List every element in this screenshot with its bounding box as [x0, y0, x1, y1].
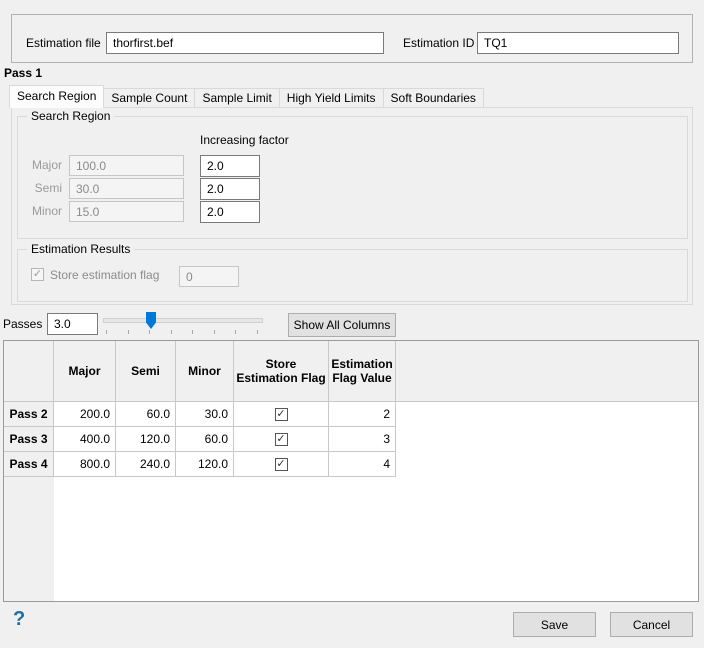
passes-slider-track[interactable] [103, 318, 263, 323]
tab-search-region[interactable]: Search Region [9, 85, 104, 108]
tab-sample-count[interactable]: Sample Count [103, 88, 195, 108]
store-flag-checkbox[interactable]: ✓ [275, 433, 288, 446]
cell-semi[interactable]: 60.0 [116, 402, 176, 427]
table-row-pass3: Pass 3 400.0 120.0 60.0 ✓ 3 [4, 427, 698, 452]
minor-value-input [69, 201, 184, 222]
col-header-filler [396, 341, 698, 401]
minor-factor-input[interactable] [200, 201, 260, 223]
row-header: Pass 4 [4, 452, 54, 477]
cell-minor[interactable]: 120.0 [176, 452, 234, 477]
table-row-pass2: Pass 2 200.0 60.0 30.0 ✓ 2 [4, 402, 698, 427]
passes-input[interactable] [47, 313, 98, 335]
cell-flag-value[interactable]: 3 [329, 427, 396, 452]
tab-sample-limit[interactable]: Sample Limit [194, 88, 279, 108]
row-header: Pass 3 [4, 427, 54, 452]
col-header-major: Major [54, 341, 116, 401]
slider-tick [149, 330, 150, 334]
semi-value-input [69, 178, 184, 199]
slider-tick [171, 330, 172, 334]
cell-flag-value[interactable]: 2 [329, 402, 396, 427]
major-factor-input[interactable] [200, 155, 260, 177]
estimation-file-label: Estimation file [26, 32, 101, 54]
major-label: Major [18, 155, 62, 176]
passes-label: Passes [3, 317, 42, 331]
search-region-tab-panel: Search Region Increasing factor Major Se… [11, 107, 693, 305]
slider-tick [128, 330, 129, 334]
slider-tick [106, 330, 107, 334]
store-estimation-flag-label: Store estimation flag [50, 268, 159, 282]
pass-title: Pass 1 [4, 66, 42, 80]
show-all-columns-button[interactable]: Show All Columns [288, 313, 396, 337]
estimation-file-input[interactable] [106, 32, 384, 54]
file-bar: Estimation file Estimation ID [11, 14, 693, 63]
cell-store-flag: ✓ [234, 402, 329, 427]
col-header-minor: Minor [176, 341, 234, 401]
col-header-estimation-flag-value: Estimation Flag Value [329, 341, 396, 401]
semi-label: Semi [18, 178, 62, 199]
cell-flag-value[interactable]: 4 [329, 452, 396, 477]
col-header-store-estimation-flag: Store Estimation Flag [234, 341, 329, 401]
semi-factor-input[interactable] [200, 178, 260, 200]
estimation-dialog: Estimation file Estimation ID Pass 1 Sea… [0, 0, 704, 648]
cancel-button[interactable]: Cancel [610, 612, 693, 637]
tab-high-yield-limits[interactable]: High Yield Limits [279, 88, 384, 108]
help-icon[interactable]: ? [13, 607, 25, 631]
semi-row: Semi [18, 178, 687, 199]
row-header: Pass 2 [4, 402, 54, 427]
cell-major[interactable]: 400.0 [54, 427, 116, 452]
estimation-results-group: Estimation Results ✓ Store estimation fl… [17, 249, 688, 302]
minor-row: Minor [18, 201, 687, 222]
estimation-flag-value-input [179, 266, 239, 287]
slider-tick [192, 330, 193, 334]
cell-minor[interactable]: 60.0 [176, 427, 234, 452]
cell-filler [396, 427, 698, 452]
cell-filler [396, 452, 698, 477]
cell-semi[interactable]: 240.0 [116, 452, 176, 477]
store-flag-checkbox[interactable]: ✓ [275, 408, 288, 421]
passes-table: Major Semi Minor Store Estimation Flag E… [3, 340, 699, 602]
major-value-input [69, 155, 184, 176]
cell-minor[interactable]: 30.0 [176, 402, 234, 427]
estimation-id-label: Estimation ID [403, 32, 474, 54]
estimation-id-input[interactable] [477, 32, 679, 54]
col-header-blank [4, 341, 54, 401]
table-header-row: Major Semi Minor Store Estimation Flag E… [4, 341, 698, 402]
save-button[interactable]: Save [513, 612, 596, 637]
minor-label: Minor [18, 201, 62, 222]
slider-tick [235, 330, 236, 334]
slider-tick [257, 330, 258, 334]
col-header-semi: Semi [116, 341, 176, 401]
tab-soft-boundaries[interactable]: Soft Boundaries [383, 88, 484, 108]
table-empty-area [4, 477, 698, 601]
slider-tick [214, 330, 215, 334]
estimation-results-legend: Estimation Results [27, 242, 134, 257]
cell-filler [396, 402, 698, 427]
cell-semi[interactable]: 120.0 [116, 427, 176, 452]
search-region-legend: Search Region [27, 109, 114, 124]
cell-store-flag: ✓ [234, 452, 329, 477]
increasing-factor-label: Increasing factor [200, 133, 289, 147]
major-row: Major [18, 155, 687, 176]
store-flag-checkbox[interactable]: ✓ [275, 458, 288, 471]
cell-store-flag: ✓ [234, 427, 329, 452]
pass-tab-bar: Search Region Sample Count Sample Limit … [9, 85, 484, 108]
search-region-group: Search Region Increasing factor Major Se… [17, 116, 688, 239]
cell-major[interactable]: 200.0 [54, 402, 116, 427]
cell-major[interactable]: 800.0 [54, 452, 116, 477]
table-row-pass4: Pass 4 800.0 240.0 120.0 ✓ 4 [4, 452, 698, 477]
store-estimation-flag-checkbox: ✓ [31, 268, 44, 281]
passes-slider-handle[interactable] [146, 312, 156, 329]
row-header-strip [4, 477, 54, 601]
